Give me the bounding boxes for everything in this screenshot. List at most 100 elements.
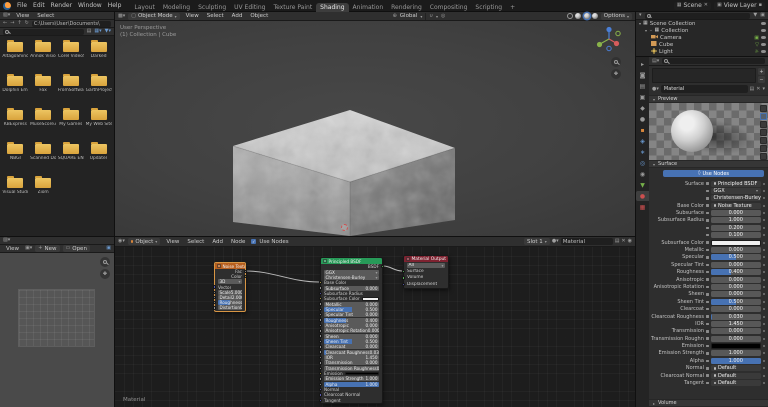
shading-rendered-icon[interactable] <box>592 13 599 19</box>
viewport-menu-object[interactable]: Object <box>247 13 271 19</box>
slider-field[interactable]: 1.000 <box>710 357 761 364</box>
keyframe-dot[interactable] <box>763 278 765 281</box>
properties-tab-modifiers[interactable]: ◈ <box>636 136 649 146</box>
workspace-tab-uv-editing[interactable]: UV Editing <box>230 3 269 12</box>
material-name-field[interactable]: Material <box>660 85 748 93</box>
folder-item[interactable]: NBGI <box>2 141 29 174</box>
menu-window[interactable]: Window <box>75 2 105 9</box>
display-mode-icon[interactable]: ▦▾ <box>94 29 101 34</box>
nodeeditor-menu-add[interactable]: Add <box>209 239 226 245</box>
menu-help[interactable]: Help <box>105 2 125 9</box>
folder-item[interactable]: AltagoShinc <box>2 39 29 72</box>
orientation-label[interactable]: Global <box>400 13 418 19</box>
forward-icon[interactable]: → <box>10 21 14 26</box>
slot-selector[interactable]: Slot 1 ▾ <box>524 238 550 245</box>
add-slot-button[interactable]: + <box>758 68 765 75</box>
keyframe-dot[interactable] <box>763 256 765 259</box>
outliner-row-light[interactable]: Light ☼ <box>636 47 768 55</box>
socket-value[interactable] <box>213 290 217 295</box>
back-icon[interactable]: ← <box>3 21 7 26</box>
keyframe-dot[interactable] <box>763 204 765 207</box>
properties-tab-texture[interactable]: ▦ <box>636 202 649 212</box>
workspace-tab-modeling[interactable]: Modeling <box>159 3 194 12</box>
socket-value[interactable] <box>319 366 323 370</box>
node-dropdown[interactable]: All ▾ <box>407 262 445 268</box>
new-collection-icon[interactable]: ▣ <box>760 13 765 18</box>
socket-value[interactable] <box>319 318 323 322</box>
socket-value[interactable] <box>319 286 323 290</box>
visibility-eye-icon[interactable] <box>761 42 766 47</box>
keyframe-dot[interactable] <box>763 263 765 266</box>
workspace-tab-shading[interactable]: Shading <box>316 2 349 12</box>
node-checkbox[interactable] <box>406 257 410 261</box>
slider-field[interactable]: 0.000 <box>710 283 761 290</box>
socket-vector[interactable] <box>319 387 323 392</box>
slider-field[interactable]: 0.000 <box>710 276 761 283</box>
properties-tab-object-data[interactable]: ▼ <box>636 180 649 190</box>
remove-slot-button[interactable]: − <box>758 76 765 83</box>
workspace-tab-sculpting[interactable]: Sculpting <box>194 3 230 12</box>
folder-item[interactable]: SQUARE ENIX <box>58 141 85 174</box>
slider-field[interactable]: 1.000 <box>710 350 761 357</box>
visibility-eye-icon[interactable] <box>761 49 766 54</box>
socket-vector[interactable] <box>402 282 406 287</box>
menu-edit[interactable]: Edit <box>30 2 48 9</box>
new-view-layer-icon[interactable]: ▪ <box>759 3 762 8</box>
node-canvas[interactable]: Noise TextureFacColor3D▾VectorScale5.000… <box>115 247 635 407</box>
keyframe-dot[interactable] <box>763 330 765 333</box>
folder-item[interactable]: FromSoftware <box>58 73 85 106</box>
socket-value[interactable] <box>319 355 323 360</box>
material-slot-list[interactable] <box>652 68 756 83</box>
file-search-input[interactable] <box>3 28 84 35</box>
menu-field[interactable]: Default <box>710 365 761 372</box>
workspace-tab-rendering[interactable]: Rendering <box>387 3 426 12</box>
preview-type-cloth[interactable] <box>760 145 767 152</box>
socket-vector[interactable] <box>319 398 323 402</box>
up-icon[interactable]: ↑ <box>17 21 21 26</box>
expand-arrow[interactable]: ▾ <box>639 21 641 26</box>
keyframe-dot[interactable] <box>763 212 765 215</box>
folder-item[interactable]: My Web Sites <box>85 107 112 140</box>
socket-value[interactable] <box>319 313 323 317</box>
mode-selector[interactable]: ▢ Object Mode ▾ <box>128 12 180 20</box>
editor-type-icon[interactable]: ▧▾ <box>3 13 10 18</box>
keyframe-dot[interactable] <box>763 382 765 385</box>
slider-field[interactable]: 0.100 <box>710 232 761 239</box>
keyframe-dot[interactable] <box>763 271 765 274</box>
preview-type-fluid[interactable] <box>760 153 767 160</box>
folder-item[interactable]: Darked <box>85 39 112 72</box>
socket-value[interactable] <box>319 345 323 349</box>
socket-color[interactable] <box>319 371 323 376</box>
menu-field[interactable]: Default <box>710 380 761 387</box>
properties-tab-view-layer[interactable]: ▣ <box>636 92 649 102</box>
outliner-filter-icon[interactable]: ▾ <box>639 13 642 18</box>
nodeeditor-menu-select[interactable]: Select <box>184 239 207 245</box>
dropdown-field[interactable]: GGX ▾ <box>710 187 761 194</box>
outliner-search-input[interactable] <box>644 12 751 19</box>
fake-user-icon[interactable]: ▤ <box>615 239 620 244</box>
options-button[interactable]: Options ▾ <box>600 12 632 20</box>
socket-value[interactable] <box>319 323 323 328</box>
dropdown-field[interactable]: Christensen-Burley▾ <box>710 195 761 202</box>
keyframe-dot[interactable] <box>763 241 765 244</box>
socket-shader[interactable] <box>402 276 406 280</box>
image-canvas[interactable]: ✥ <box>0 253 114 407</box>
keyframe-dot[interactable] <box>763 308 765 311</box>
menu-render[interactable]: Render <box>48 2 75 9</box>
fake-user-icon[interactable]: ▤ <box>750 86 755 92</box>
viewport-menu-view[interactable]: View <box>183 13 202 19</box>
refresh-icon[interactable]: ↻ <box>25 21 29 26</box>
keyframe-dot[interactable] <box>763 322 765 325</box>
editor-type-icon[interactable]: ▩▾ <box>118 13 125 19</box>
collection-checkbox[interactable] <box>649 28 653 33</box>
keyframe-dot[interactable] <box>763 345 765 348</box>
menu-field[interactable]: Noise Texture <box>710 202 761 209</box>
viewport-menu-add[interactable]: Add <box>229 13 246 19</box>
expand-arrow[interactable]: ▾ <box>645 28 647 33</box>
slider-field[interactable]: 0.000 <box>710 210 761 217</box>
material-name-field[interactable]: Material <box>560 238 613 245</box>
properties-tab-physics[interactable]: ◎ <box>636 158 649 168</box>
socket-value[interactable] <box>319 361 323 365</box>
shading-material-preview-icon[interactable] <box>583 13 590 19</box>
unlink-material-icon[interactable]: ✕ <box>756 86 760 92</box>
